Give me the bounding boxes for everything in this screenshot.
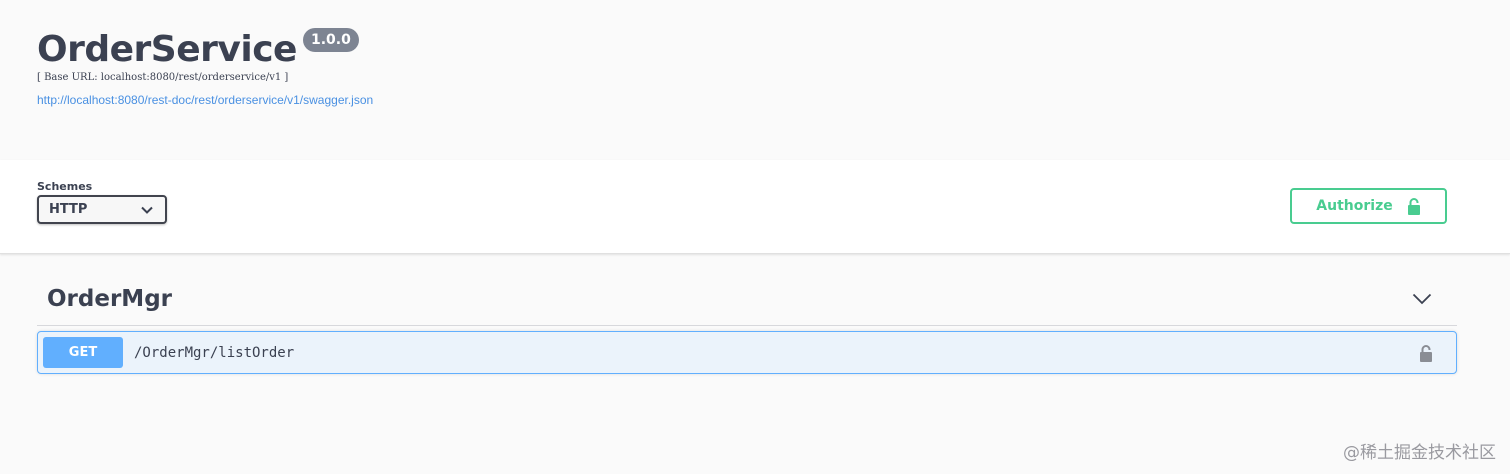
title-row: OrderService 1.0.0 xyxy=(37,28,359,72)
operation-get-listorder[interactable]: GET /OrderMgr/listOrder xyxy=(37,331,1457,374)
lock-icon[interactable] xyxy=(1419,344,1433,362)
chevron-down-icon xyxy=(141,206,153,214)
watermark: @稀土掘金技术社区 xyxy=(1343,443,1496,463)
schemes-label: Schemes xyxy=(37,180,93,193)
lock-icon xyxy=(1407,198,1420,215)
api-title: OrderService xyxy=(37,29,297,70)
tag-header[interactable]: OrderMgr xyxy=(37,272,1457,326)
schemes-selected-value: HTTP xyxy=(49,202,88,217)
scheme-container: Schemes HTTP Authorize xyxy=(0,160,1510,254)
tag-name: OrderMgr xyxy=(47,285,172,312)
chevron-down-icon[interactable] xyxy=(1412,293,1432,305)
operation-path: /OrderMgr/listOrder xyxy=(134,344,295,361)
base-url: [ Base URL: localhost:8080/rest/orderser… xyxy=(37,72,289,83)
info-section: OrderService 1.0.0 [ Base URL: localhost… xyxy=(0,0,1510,160)
authorize-label: Authorize xyxy=(1316,198,1393,214)
tag-section-ordermgr: OrderMgr GET /OrderMgr/listOrder xyxy=(37,272,1457,374)
schemes-select[interactable]: HTTP xyxy=(37,195,167,224)
swagger-json-link[interactable]: http://localhost:8080/rest-doc/rest/orde… xyxy=(37,93,373,107)
version-badge: 1.0.0 xyxy=(302,28,359,52)
method-badge: GET xyxy=(43,337,123,368)
authorize-button[interactable]: Authorize xyxy=(1290,188,1447,224)
